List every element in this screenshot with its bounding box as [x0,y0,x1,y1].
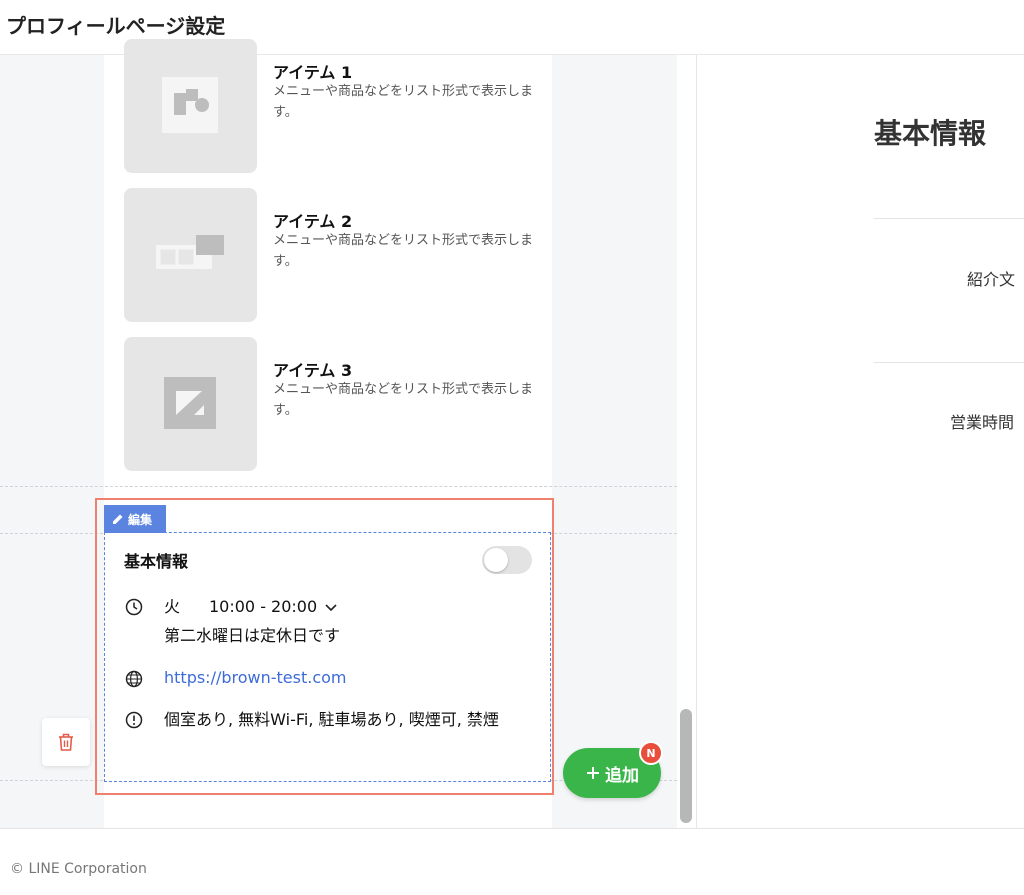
facilities-text: 個室あり, 無料Wi-Fi, 駐車場あり, 喫煙可, 禁煙 [164,710,499,729]
image-placeholder-icon [162,77,218,133]
delete-button[interactable] [42,718,90,766]
item-description: メニューや商品などをリスト形式で表示します。 [273,84,534,120]
add-button-label: 追加 [605,765,639,786]
chevron-down-icon[interactable] [323,599,339,615]
trash-icon [59,733,73,751]
globe-icon [125,670,143,688]
item-thumbnail [124,188,257,322]
item-name: アイテム 2 [273,212,353,231]
website-link[interactable]: https://brown-test.com [164,667,347,689]
business-hours[interactable]: 火 10:00 - 20:00 [164,596,339,618]
pencil-icon [113,514,123,524]
section-divider [0,486,677,487]
edit-button[interactable]: 編集 [104,505,166,533]
toggle-knob [484,548,508,572]
copyright-text: © LINE Corporation [10,861,147,877]
settings-divider [874,218,1024,219]
item-thumbnail [124,337,257,471]
clock-icon [125,598,143,616]
item-name: アイテム 1 [273,63,353,82]
footer-divider [0,828,1024,829]
image-placeholder-icon [156,235,224,269]
visibility-toggle[interactable] [482,546,532,574]
vertical-scrollbar[interactable] [680,709,692,823]
list-item-1[interactable]: アイテム 1 メニューや商品などをリスト形式で表示します。 [124,39,544,173]
hours-label: 営業時間 [950,413,1015,432]
alert-circle-icon [125,711,143,729]
settings-panel [697,55,1024,828]
new-badge: N [639,741,663,765]
item-description: メニューや商品などをリスト形式で表示します。 [273,382,534,418]
settings-divider [874,362,1024,363]
hours-time: 10:00 - 20:00 [209,597,318,616]
basic-info-title: 基本情報 [124,552,189,571]
item-thumbnail [124,39,257,173]
image-placeholder-icon [164,377,216,429]
page-title: プロフィールページ設定 [6,14,226,38]
hours-day: 火 [164,597,181,616]
holiday-note: 第二水曜日は定休日です [164,626,341,645]
intro-label: 紹介文 [967,270,1016,289]
item-description: メニューや商品などをリスト形式で表示します。 [273,233,534,269]
item-name: アイテム 3 [273,361,353,380]
list-item-3[interactable]: アイテム 3 メニューや商品などをリスト形式で表示します。 [124,337,544,471]
edit-label: 編集 [128,512,153,527]
settings-panel-title: 基本情報 [874,117,987,150]
list-item-2[interactable]: アイテム 2 メニューや商品などをリスト形式で表示します。 [124,188,544,322]
plus-icon [587,767,599,779]
